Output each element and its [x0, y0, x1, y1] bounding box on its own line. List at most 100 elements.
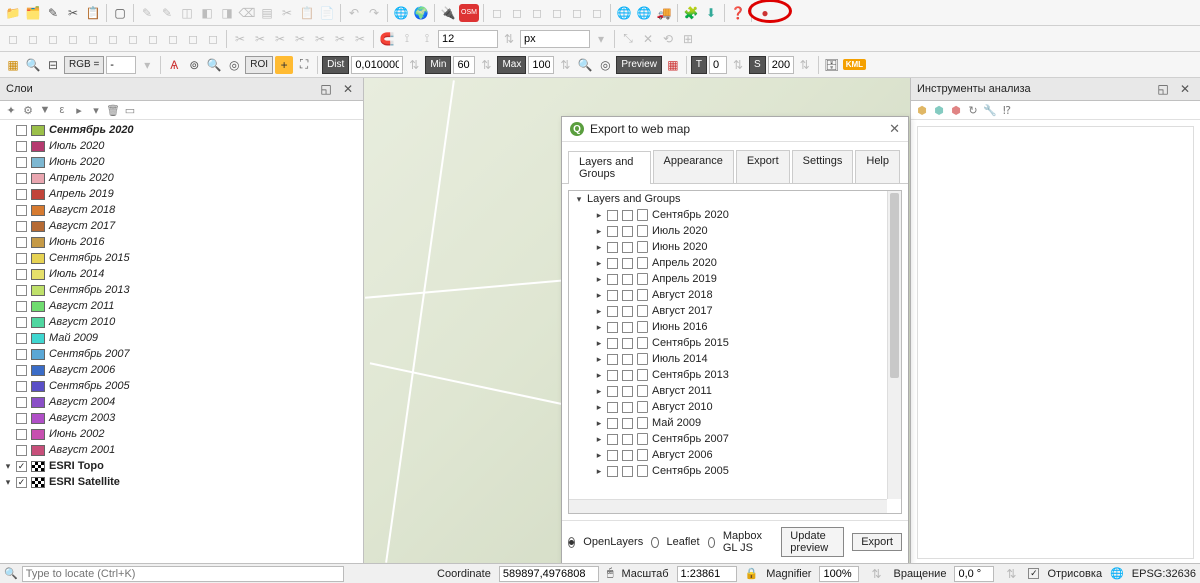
tab-export[interactable]: Export	[736, 150, 790, 183]
layer-row[interactable]: Август 2003	[2, 410, 361, 426]
tree-checkbox-2[interactable]	[622, 210, 633, 221]
tree-checkbox-2[interactable]	[622, 274, 633, 285]
dist-input[interactable]	[351, 56, 403, 74]
expand-icon[interactable]: ▸	[595, 306, 603, 317]
layer-checkbox[interactable]	[16, 189, 27, 200]
layer-row[interactable]: Апрель 2019	[2, 186, 361, 202]
tree-root[interactable]: ▾ Layers and Groups	[569, 191, 901, 207]
expand-icon[interactable]: ▸	[595, 226, 603, 237]
preview-button[interactable]: Preview	[616, 56, 662, 74]
tree-checkbox-2[interactable]	[622, 226, 633, 237]
render-checkbox[interactable]: ✓	[1028, 568, 1039, 579]
tree-checkbox-2[interactable]	[622, 242, 633, 253]
tree-checkbox[interactable]	[607, 386, 618, 397]
tab-help[interactable]: Help	[855, 150, 900, 183]
epsg-label[interactable]: EPSG:32636	[1132, 568, 1196, 580]
rgb-value[interactable]	[106, 56, 136, 74]
tree-item[interactable]: ▸ Август 2017	[569, 303, 901, 319]
layers-tree[interactable]: ▾ Layers and Groups ▸ Сентябрь 2020 ▸ Июл…	[568, 190, 902, 514]
tree-checkbox-2[interactable]	[622, 402, 633, 413]
notes-icon[interactable]: 📋	[84, 4, 102, 22]
radio-leaflet[interactable]	[651, 537, 658, 548]
layer-checkbox[interactable]	[16, 285, 27, 296]
spinner-icon[interactable]: ⇅	[867, 565, 885, 583]
tree-item[interactable]: ▸ Сентябрь 2007	[569, 431, 901, 447]
radio-leaflet-label[interactable]: Leaflet	[667, 536, 700, 548]
tool-icon[interactable]: ⬢	[932, 103, 946, 117]
tree-checkbox[interactable]	[607, 434, 618, 445]
layer-row[interactable]: Август 2006	[2, 362, 361, 378]
spinner-icon[interactable]: ⇅	[1002, 565, 1020, 583]
qgis2web-icon[interactable]: ⬇	[702, 4, 720, 22]
tab-appearance[interactable]: Appearance	[653, 150, 734, 183]
tree-checkbox[interactable]	[607, 290, 618, 301]
filter-icon[interactable]: ⊟	[44, 56, 62, 74]
layer-row[interactable]: Сентябрь 2020	[2, 122, 361, 138]
layer-row[interactable]: Сентябрь 2007	[2, 346, 361, 362]
tree-checkbox-2[interactable]	[622, 258, 633, 269]
kml-badge[interactable]: KML	[843, 59, 866, 70]
layer-row[interactable]: Август 2004	[2, 394, 361, 410]
radio-openlayers[interactable]	[568, 537, 575, 548]
globe2-icon[interactable]: 🌍	[412, 4, 430, 22]
layer-checkbox[interactable]	[16, 157, 27, 168]
group-icon[interactable]: ▭	[123, 103, 137, 117]
help-icon[interactable]: ❓	[729, 4, 747, 22]
lock-icon[interactable]: 🔒	[745, 567, 759, 580]
layer-checkbox[interactable]	[16, 205, 27, 216]
radio-mapbox[interactable]	[708, 537, 715, 548]
tree-checkbox-2[interactable]	[622, 354, 633, 365]
layer-checkbox[interactable]	[16, 237, 27, 248]
layer-row[interactable]: Август 2017	[2, 218, 361, 234]
expand-icon[interactable]: ▸	[595, 402, 603, 413]
expand-icon[interactable]: ▸	[595, 274, 603, 285]
tree-checkbox-2[interactable]	[622, 450, 633, 461]
expand-icon[interactable]: ▸	[595, 354, 603, 365]
spinner-icon[interactable]: ⇅	[477, 56, 495, 74]
collapse-icon[interactable]: ▾	[575, 194, 583, 205]
crs-icon[interactable]: 🌐	[1110, 567, 1124, 580]
scale-input[interactable]	[677, 566, 737, 582]
tab-settings[interactable]: Settings	[792, 150, 854, 183]
layers-icon[interactable]: ▦	[4, 56, 22, 74]
layer-checkbox[interactable]	[16, 221, 27, 232]
tree-checkbox-2[interactable]	[622, 338, 633, 349]
expand-icon[interactable]: ▸	[595, 210, 603, 221]
layer-checkbox[interactable]	[16, 317, 27, 328]
layer-checkbox[interactable]	[16, 301, 27, 312]
magnet-icon[interactable]: 🧲	[378, 30, 396, 48]
layer-row[interactable]: Май 2009	[2, 330, 361, 346]
db-icon[interactable]: 🗄	[823, 56, 841, 74]
layer-row[interactable]: Июнь 2016	[2, 234, 361, 250]
expand-icon[interactable]: ▸	[595, 258, 603, 269]
expand-icon[interactable]: ▸	[595, 242, 603, 253]
expand-icon[interactable]: ▸	[595, 338, 603, 349]
t-input[interactable]	[709, 56, 727, 74]
coord-input[interactable]	[499, 566, 599, 582]
spinner-icon[interactable]: ⇅	[796, 56, 814, 74]
radio-mapbox-label[interactable]: Mapbox GL JS	[723, 530, 765, 554]
layer-checkbox[interactable]	[16, 269, 27, 280]
tool-icon[interactable]: ⁉	[1000, 103, 1014, 117]
tree-checkbox[interactable]	[607, 274, 618, 285]
tree-item[interactable]: ▸ Сентябрь 2015	[569, 335, 901, 351]
style-icon[interactable]: ✦	[4, 103, 18, 117]
tree-item[interactable]: ▸ Сентябрь 2020	[569, 207, 901, 223]
layer-checkbox[interactable]	[16, 173, 27, 184]
layer-row[interactable]: Август 2011	[2, 298, 361, 314]
spinner-icon[interactable]: ⇅	[405, 56, 423, 74]
layer-checkbox[interactable]	[16, 141, 27, 152]
tree-checkbox-2[interactable]	[622, 434, 633, 445]
locator-input[interactable]	[22, 566, 344, 582]
folder-icon[interactable]: 📁	[4, 4, 22, 22]
magnifier-input[interactable]	[819, 566, 859, 582]
search2-icon[interactable]: 🔍	[205, 56, 223, 74]
spin-input[interactable]	[438, 30, 498, 48]
layer-checkbox[interactable]: ✓	[16, 461, 27, 472]
dialog-close-button[interactable]: ✕	[889, 121, 900, 137]
radio-openlayers-label[interactable]: OpenLayers	[583, 536, 643, 548]
tree-item[interactable]: ▸ Июль 2014	[569, 351, 901, 367]
unit-select[interactable]	[520, 30, 590, 48]
layer-checkbox[interactable]	[16, 365, 27, 376]
target-icon[interactable]: ◎	[225, 56, 243, 74]
